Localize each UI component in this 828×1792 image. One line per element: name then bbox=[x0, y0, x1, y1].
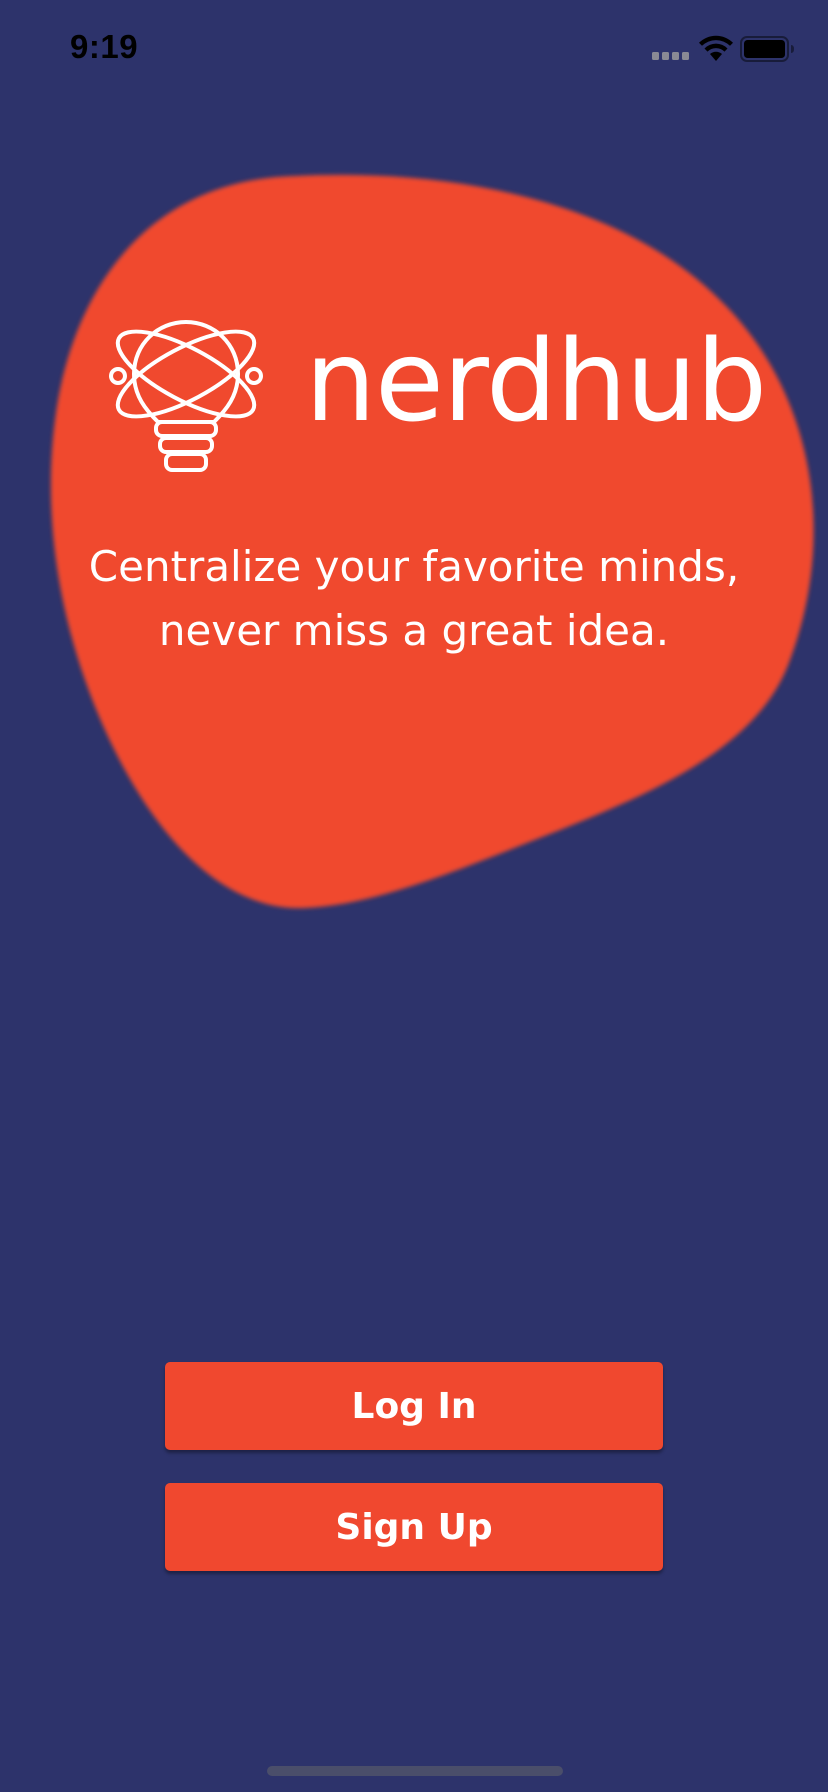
brand-logo: nerdhub bbox=[100, 300, 767, 480]
battery-icon bbox=[740, 36, 794, 62]
decorative-blob bbox=[50, 174, 814, 909]
status-bar: 9:19 bbox=[0, 0, 828, 100]
brand-name: nerdhub bbox=[305, 317, 767, 447]
home-indicator[interactable] bbox=[267, 1766, 563, 1776]
welcome-screen: 9:19 nerdhub Centralize your favorite mi… bbox=[0, 0, 828, 1792]
login-button[interactable]: Log In bbox=[165, 1362, 663, 1450]
signup-button-label: Sign Up bbox=[335, 1506, 493, 1548]
signup-button[interactable]: Sign Up bbox=[165, 1483, 663, 1571]
lightbulb-atom-icon bbox=[109, 320, 263, 472]
login-button-label: Log In bbox=[351, 1385, 477, 1427]
wifi-icon bbox=[699, 35, 733, 61]
tagline: Centralize your favorite minds, never mi… bbox=[88, 542, 740, 655]
status-time: 9:19 bbox=[70, 28, 139, 65]
cellular-signal-icon bbox=[652, 52, 689, 60]
